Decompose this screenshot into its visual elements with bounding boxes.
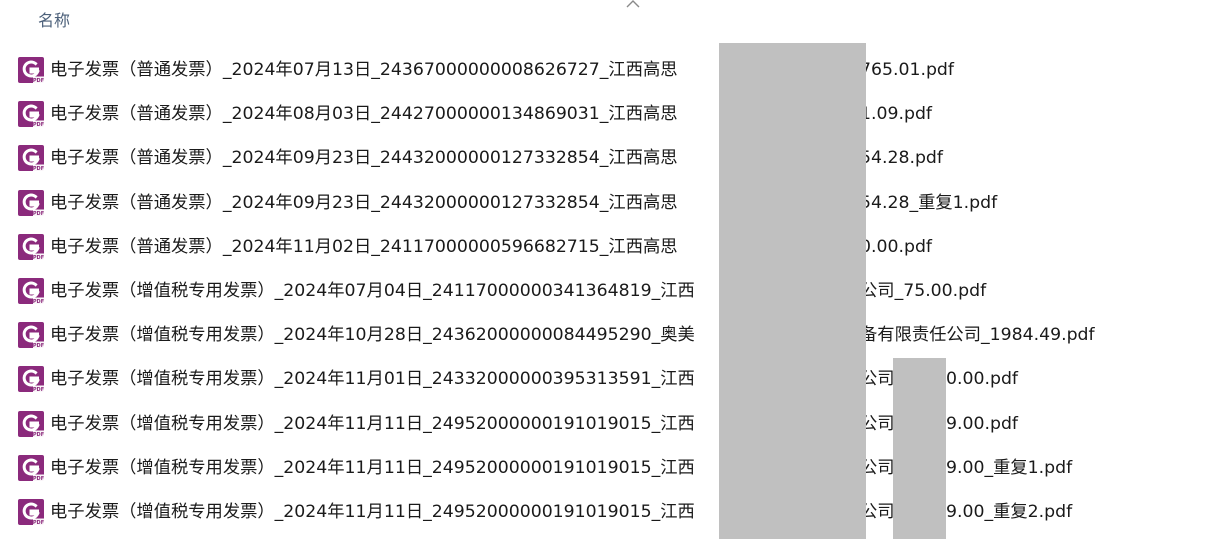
pdf-icon-label: PDF [33, 122, 44, 127]
pdf-icon-label: PDF [33, 475, 44, 480]
chevron-up-icon[interactable] [626, 0, 640, 8]
file-name-suffix-end: 9.00_重复2.pdf [946, 501, 1073, 522]
pdf-icon-label: PDF [33, 255, 44, 260]
file-list: PDF 电子发票（普通发票）_2024年07月13日_2436700000000… [0, 48, 1213, 534]
file-name-prefix: 电子发票（普通发票）_2024年09月23日_24432000000127332… [50, 192, 678, 213]
pdf-icon-label: PDF [33, 78, 44, 83]
pdf-icon-label: PDF [33, 520, 44, 525]
file-name-suffix: 备有限责任公司_1984.49.pdf [860, 325, 1095, 346]
file-row[interactable]: PDF 电子发票（增值税专用发票）_2024年07月04日_2411700000… [0, 269, 1213, 313]
pdf-icon: PDF [18, 101, 44, 128]
file-name-suffix-end: 0.00.pdf [946, 369, 1018, 390]
pdf-icon: PDF [18, 145, 44, 172]
file-name-suffix: 公司_75.00.pdf [860, 280, 987, 301]
pdf-icon-label: PDF [33, 343, 44, 348]
file-name-prefix: 电子发票（普通发票）_2024年08月03日_24427000000134869… [50, 104, 678, 125]
file-name-prefix: 电子发票（增值税专用发票）_2024年10月28日_24362000000084… [50, 325, 695, 346]
column-header-name[interactable]: 名称 [38, 10, 70, 32]
pdf-icon-label: PDF [33, 431, 44, 436]
file-row[interactable]: PDF 电子发票（增值税专用发票）_2024年11月11日_2495200000… [0, 402, 1213, 446]
pdf-icon-label: PDF [33, 210, 44, 215]
file-name-prefix: 电子发票（增值税专用发票）_2024年11月01日_24332000000395… [50, 369, 695, 390]
pdf-icon: PDF [18, 498, 44, 526]
pdf-icon: PDF [18, 277, 44, 305]
file-row[interactable]: PDF 电子发票（增值税专用发票）_2024年10月28日_2436200000… [0, 313, 1213, 357]
pdf-icon-label: PDF [33, 166, 44, 171]
file-row[interactable]: PDF 电子发票（增值税专用发票）_2024年11月11日_2495200000… [0, 446, 1213, 490]
file-name-suffix-end: 9.00.pdf [946, 413, 1018, 434]
file-row[interactable]: PDF 电子发票（增值税专用发票）_2024年11月11日_2495200000… [0, 490, 1213, 534]
pdf-icon-label: PDF [33, 387, 44, 392]
file-row[interactable]: PDF 电子发票（普通发票）_2024年09月23日_2443200000012… [0, 181, 1213, 225]
pdf-icon: PDF [18, 322, 44, 349]
pdf-icon: PDF [18, 189, 44, 216]
file-name-suffix: 765.01.pdf [860, 60, 954, 80]
file-row[interactable]: PDF 电子发票（普通发票）_2024年08月03日_2442700000013… [0, 92, 1213, 136]
pdf-icon: PDF [18, 454, 44, 481]
file-row[interactable]: PDF 电子发票（普通发票）_2024年11月02日_2411700000059… [0, 225, 1213, 269]
file-name-suffix: 0.00.pdf [860, 236, 932, 257]
file-name-suffix: 54.28_重复1.pdf [860, 192, 998, 213]
file-row[interactable]: PDF 电子发票（增值税专用发票）_2024年11月01日_2433200000… [0, 357, 1213, 401]
file-name-prefix: 电子发票（增值税专用发票）_2024年11月11日_24952000000191… [50, 457, 695, 478]
pdf-icon: PDF [18, 366, 44, 393]
file-name-suffix: 54.28.pdf [860, 148, 943, 169]
pdf-icon: PDF [18, 233, 44, 261]
redaction-block [719, 43, 866, 539]
file-name-prefix: 电子发票（增值税专用发票）_2024年07月04日_24117000000341… [50, 280, 695, 301]
file-name-prefix: 电子发票（增值税专用发票）_2024年11月11日_24952000000191… [50, 501, 695, 522]
pdf-icon: PDF [18, 57, 44, 84]
file-name-prefix: 电子发票（普通发票）_2024年09月23日_24432000000127332… [50, 148, 678, 169]
file-name-prefix: 电子发票（普通发票）_2024年11月02日_24117000000596682… [50, 236, 678, 257]
file-row[interactable]: PDF 电子发票（普通发票）_2024年09月23日_2443200000012… [0, 136, 1213, 180]
file-name-suffix-end: 9.00_重复1.pdf [946, 457, 1073, 478]
file-row[interactable]: PDF 电子发票（普通发票）_2024年07月13日_2436700000000… [0, 48, 1213, 92]
file-name-prefix: 电子发票（增值税专用发票）_2024年11月11日_24952000000191… [50, 413, 695, 434]
redaction-block [893, 358, 946, 539]
file-name-prefix: 电子发票（普通发票）_2024年07月13日_24367000000008626… [50, 60, 678, 80]
pdf-icon: PDF [18, 410, 44, 437]
pdf-icon-label: PDF [33, 299, 44, 304]
list-header: 名称 [0, 0, 1213, 44]
file-name-suffix: 1.09.pdf [860, 104, 932, 125]
